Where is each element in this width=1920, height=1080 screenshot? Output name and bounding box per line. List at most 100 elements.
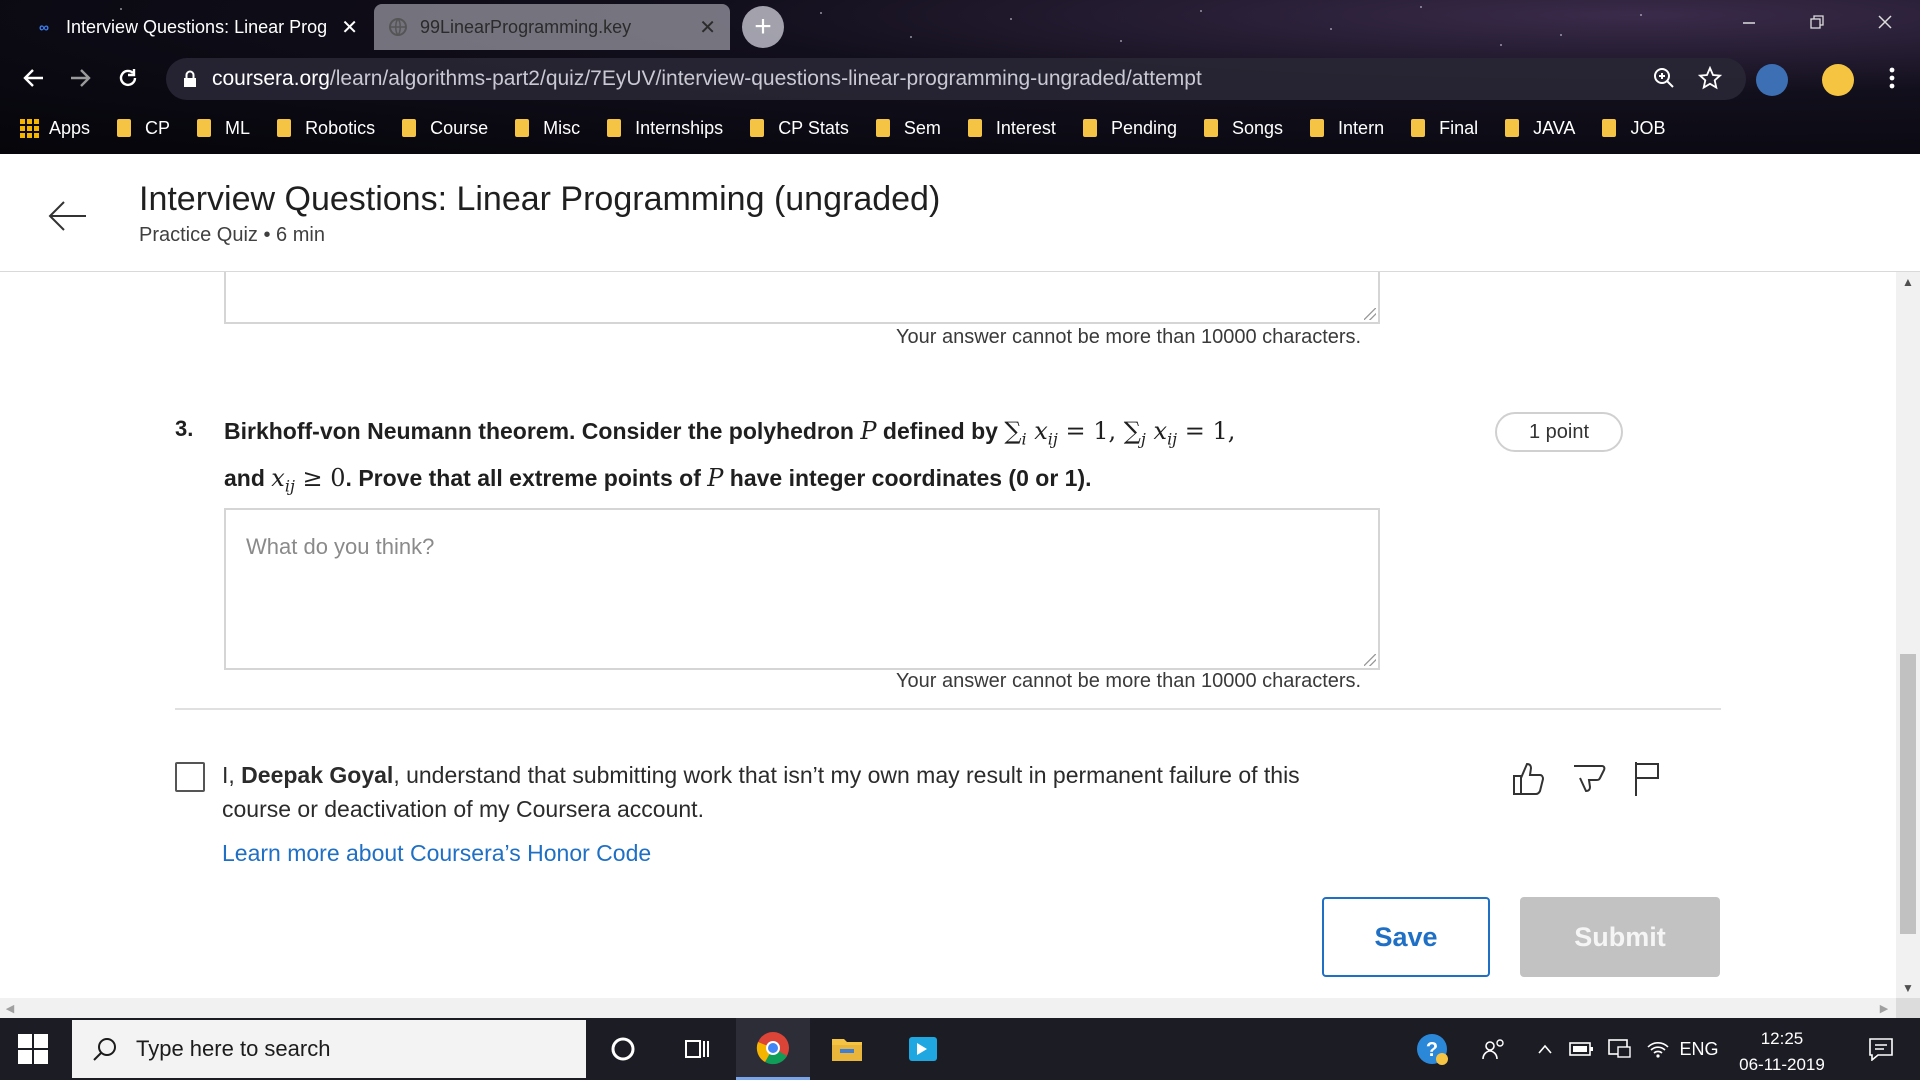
reload-icon[interactable] [108, 58, 148, 98]
scroll-right-icon[interactable]: ▶ [1874, 998, 1894, 1018]
folder-icon [1082, 119, 1097, 137]
close-window-icon[interactable] [1856, 0, 1914, 44]
network-status-icon[interactable] [1602, 1018, 1638, 1080]
divider [175, 708, 1721, 710]
app-taskbar-icon[interactable] [886, 1018, 960, 1080]
close-tab-icon[interactable]: ✕ [699, 15, 716, 40]
tab-title: Interview Questions: Linear Prog [66, 16, 328, 37]
math-subscript: i [1021, 429, 1027, 449]
file-explorer-icon[interactable] [810, 1018, 884, 1080]
minimize-icon[interactable] [1720, 0, 1778, 44]
bookmark-folder[interactable]: Pending [1082, 118, 1177, 139]
bookmark-folder[interactable]: CP Stats [750, 118, 849, 139]
previous-answer-textarea[interactable] [224, 272, 1380, 324]
windows-start-icon[interactable] [18, 1034, 48, 1064]
bookmark-folder[interactable]: JAVA [1505, 118, 1575, 139]
extension-icon[interactable] [1756, 64, 1788, 96]
back-icon[interactable] [14, 58, 54, 98]
url-path: /learn/algorithms-part2/quiz/7EyUV/inter… [329, 67, 1202, 90]
windows-taskbar: Type here to search ? ENG 12:25 06-11-20… [0, 1018, 1920, 1080]
bookmark-folder[interactable]: Songs [1204, 118, 1283, 139]
menu-kebab-icon[interactable] [1872, 58, 1912, 98]
scroll-down-icon[interactable]: ▼ [1896, 978, 1920, 998]
zoom-icon[interactable] [1652, 66, 1676, 97]
honor-text: I, [222, 762, 242, 788]
folder-icon [117, 119, 132, 137]
bookmark-folder[interactable]: Misc [515, 118, 580, 139]
taskbar-search-input[interactable]: Type here to search [72, 1020, 586, 1078]
new-tab-button[interactable]: + [742, 6, 784, 48]
forward-icon[interactable] [60, 58, 100, 98]
scroll-left-icon[interactable]: ◀ [0, 998, 20, 1018]
bookmark-folder[interactable]: JOB [1602, 118, 1665, 139]
math-variable: P [860, 417, 877, 445]
flag-icon[interactable] [1630, 758, 1666, 798]
horizontal-scrollbar[interactable]: ◀ ▶ [0, 998, 1896, 1018]
battery-icon[interactable] [1564, 1018, 1600, 1080]
task-view-icon[interactable] [660, 1018, 734, 1080]
resize-handle-icon[interactable] [1364, 308, 1376, 320]
language-indicator[interactable]: ENG [1678, 1018, 1720, 1080]
folder-icon [1310, 119, 1325, 137]
bookmark-apps[interactable]: Apps [20, 118, 90, 139]
honor-code-checkbox[interactable] [175, 762, 205, 792]
bookmarks-bar: Apps CP ML Robotics Course Misc Internsh… [0, 108, 1920, 148]
notifications-icon[interactable] [1856, 1018, 1906, 1080]
globe-icon [388, 17, 408, 37]
scroll-up-icon[interactable]: ▲ [1896, 272, 1920, 292]
cortana-icon[interactable] [586, 1018, 660, 1080]
folder-icon [1204, 119, 1218, 137]
question-text-part: . Prove that all extreme points of [345, 464, 708, 491]
tab-coursera[interactable]: ∞ Interview Questions: Linear Prog ✕ [20, 4, 372, 50]
bookmark-label: Intern [1338, 117, 1385, 138]
coursera-favicon-icon: ∞ [39, 19, 49, 35]
vertical-scrollbar[interactable]: ▲ ▼ [1896, 272, 1920, 998]
answer-textarea[interactable]: What do you think? [224, 508, 1380, 670]
bookmark-label: Apps [49, 117, 91, 138]
bookmark-folder[interactable]: Course [402, 118, 488, 139]
bookmark-label: Interest [995, 117, 1056, 138]
bookmark-star-icon[interactable] [1697, 65, 1723, 97]
bookmark-folder[interactable]: Intern [1310, 118, 1384, 139]
chrome-taskbar-icon[interactable] [736, 1018, 810, 1080]
save-button[interactable]: Save [1322, 897, 1490, 977]
folder-icon [1505, 119, 1520, 137]
address-bar[interactable]: coursera.org/learn/algorithms-part2/quiz… [166, 58, 1746, 100]
question-text-part: defined by [876, 418, 1005, 444]
bookmark-folder[interactable]: Interest [967, 117, 1056, 139]
wifi-icon[interactable] [1640, 1018, 1676, 1080]
browser-chrome: ∞ Interview Questions: Linear Prog ✕ 99L… [0, 0, 1920, 154]
taskbar-clock[interactable]: 12:25 06-11-2019 [1722, 1026, 1842, 1078]
math-variable: x [1034, 417, 1048, 445]
bookmark-folder[interactable]: Sem [875, 118, 941, 139]
folder-icon [515, 119, 530, 137]
math-variable: x [271, 463, 285, 492]
math-expression: = 1, [1177, 417, 1236, 445]
back-arrow-icon[interactable] [46, 194, 90, 238]
thumbs-down-icon[interactable] [1570, 758, 1606, 798]
thumbs-up-icon[interactable] [1510, 758, 1546, 798]
math-expression: ≥ 0 [294, 463, 346, 492]
learner-name: Deepak Goyal [241, 762, 394, 788]
bookmark-folder[interactable]: Robotics [277, 118, 375, 139]
honor-code-link[interactable]: Learn more about Coursera’s Honor Code [222, 840, 651, 867]
help-icon[interactable]: ? [1410, 1018, 1454, 1080]
bookmark-folder[interactable]: CP [117, 118, 170, 139]
folder-icon [875, 119, 890, 137]
show-hidden-icons-chevron-icon[interactable] [1530, 1018, 1560, 1080]
scrollbar-thumb[interactable] [1900, 654, 1916, 934]
restore-icon[interactable] [1788, 0, 1846, 44]
resize-handle-icon[interactable] [1364, 654, 1376, 666]
bookmark-folder[interactable]: ML [197, 118, 250, 139]
submit-button[interactable]: Submit [1520, 897, 1720, 977]
clock-time: 12:25 [1760, 1029, 1804, 1048]
profile-avatar[interactable] [1822, 64, 1854, 96]
folder-icon [197, 119, 212, 137]
bookmark-folder[interactable]: Internships [607, 118, 723, 139]
people-icon[interactable] [1474, 1018, 1514, 1080]
math-sum: ∑ [1004, 417, 1022, 445]
url-host: coursera.org [212, 67, 330, 90]
tab-keynote[interactable]: 99LinearProgramming.key ✕ [374, 4, 730, 50]
close-tab-icon[interactable]: ✕ [341, 15, 358, 40]
bookmark-folder[interactable]: Final [1411, 118, 1478, 139]
